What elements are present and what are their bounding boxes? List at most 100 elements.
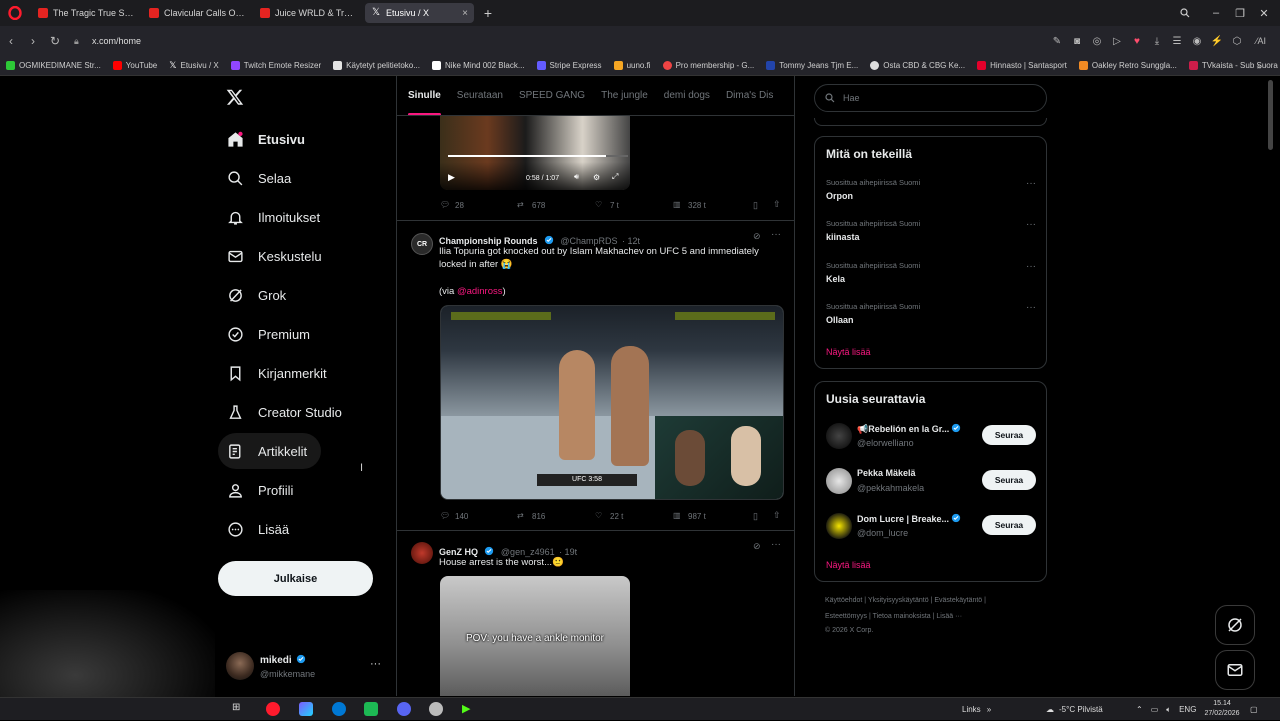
sidebar-item-grok[interactable]: Grok <box>218 277 300 313</box>
mention-link[interactable]: @adinross <box>457 286 503 297</box>
views-button[interactable]: ▥ 987 t <box>673 511 706 522</box>
bookmark-item[interactable]: Nike Mind 002 Black... <box>431 61 525 70</box>
menu-icon[interactable]: ☰ <box>1170 34 1184 48</box>
forward-button[interactable]: › <box>22 34 44 48</box>
post-video[interactable]: POV: you have a ankle monitor <box>440 576 630 696</box>
video-progress[interactable] <box>448 155 628 157</box>
tab-following[interactable]: Seurataan <box>457 76 503 115</box>
repost-button[interactable]: ⇄ 816 <box>517 511 545 522</box>
profile-icon[interactable]: ◉ <box>1190 34 1204 48</box>
sidebar-item-explore[interactable]: Selaa <box>218 160 305 196</box>
ai-icon[interactable]: ⁄AI <box>1250 34 1272 48</box>
trend-item[interactable]: Kela <box>826 274 845 284</box>
show-more-link[interactable]: Näytä lisää <box>826 347 871 357</box>
app-icon[interactable] <box>429 702 443 716</box>
sidebar-item-notifications[interactable]: Ilmoitukset <box>218 199 334 235</box>
like-button[interactable]: ♡ 7 t <box>595 200 619 211</box>
reply-button[interactable]: 💬︎ 28 <box>440 200 464 211</box>
post-button[interactable]: Julkaise <box>218 561 373 596</box>
chevron-up-icon[interactable]: ⌃ <box>1136 705 1143 714</box>
post-more-icon[interactable]: ··· <box>771 229 781 240</box>
suggested-user-name[interactable]: 📢Rebelión en la Gr... <box>857 423 963 435</box>
tab-list-1[interactable]: SPEED GANG <box>519 76 585 115</box>
footer-links[interactable]: Esteettömyys | Tietoa mainoksista | Lisä… <box>825 613 962 620</box>
bookmark-item[interactable]: Stripe Express <box>536 61 602 70</box>
bookmark-icon[interactable]: ▯ <box>753 511 758 522</box>
fullscreen-icon[interactable]: ⤢ <box>612 172 618 182</box>
sidebar-item-profile[interactable]: Profiili <box>218 472 307 508</box>
avatar[interactable] <box>411 542 433 564</box>
account-more-icon[interactable]: ··· <box>370 658 381 670</box>
trend-item[interactable]: Orpon <box>826 191 853 201</box>
suggested-user-name[interactable]: Dom Lucre | Breake... <box>857 513 963 524</box>
tab-list-3[interactable]: demi dogs <box>664 76 710 115</box>
browser-tab-3[interactable]: Juice WRLD & Travis Scott <box>254 3 363 23</box>
trend-more-icon[interactable]: ··· <box>1026 178 1036 189</box>
vpn-icon[interactable]: ◎ <box>1090 34 1104 48</box>
reply-button[interactable]: 💬︎ 140 <box>440 511 468 522</box>
task-view-icon[interactable]: ⊞ <box>232 702 246 716</box>
trend-more-icon[interactable]: ··· <box>1026 302 1036 313</box>
bookmark-item[interactable]: Hinnasto | Santasport <box>977 61 1067 70</box>
opera-icon[interactable] <box>266 702 280 716</box>
grok-icon[interactable]: ⊘ <box>753 541 761 552</box>
opera-logo-icon[interactable] <box>4 2 26 24</box>
show-more-link[interactable]: Näytä lisää <box>826 560 871 570</box>
heart-icon[interactable]: ♥ <box>1130 34 1144 48</box>
x-logo-icon[interactable] <box>226 88 246 108</box>
bookmark-icon[interactable]: ▯ <box>753 200 758 211</box>
back-button[interactable]: ‹ <box>0 34 22 48</box>
bookmark-item[interactable]: Twitch Emote Resizer <box>230 61 321 70</box>
kick-icon[interactable]: ▶ <box>462 702 476 716</box>
avatar[interactable] <box>826 423 852 449</box>
volume-icon[interactable]: 🔈︎ <box>1166 705 1171 715</box>
post-video[interactable]: UFC 3:58 <box>440 305 784 500</box>
trend-item[interactable]: kiinasta <box>826 232 860 242</box>
follow-button[interactable]: Seuraa <box>982 425 1036 445</box>
bookmark-item[interactable]: YouTube <box>112 61 157 70</box>
avatar[interactable] <box>826 513 852 539</box>
avatar[interactable]: CR <box>411 233 433 255</box>
post-more-icon[interactable]: ··· <box>771 539 781 550</box>
browser-tab-active[interactable]: 𝕏 Etusivu / X × <box>365 3 474 23</box>
repost-button[interactable]: ⇄ 678 <box>517 200 545 211</box>
grok-fab[interactable] <box>1215 605 1255 645</box>
trend-more-icon[interactable]: ··· <box>1026 261 1036 272</box>
bookmark-item[interactable]: Oakley Retro Sunggla... <box>1078 61 1177 70</box>
links-toolbar[interactable]: Links » <box>962 698 991 721</box>
new-tab-button[interactable]: + <box>480 5 496 21</box>
suggested-user-name[interactable]: Pekka Mäkelä <box>857 468 916 478</box>
extension-icon[interactable]: ⚡ <box>1210 34 1224 48</box>
like-button[interactable]: ♡ 22 t <box>595 511 623 522</box>
app-icon[interactable] <box>299 702 313 716</box>
discord-icon[interactable] <box>397 702 411 716</box>
share-icon[interactable]: ⇧ <box>773 510 781 521</box>
camera-icon[interactable]: ◙ <box>1070 34 1084 48</box>
bookmark-item[interactable]: Tommy Jeans Tjm E... <box>766 61 858 70</box>
play-icon[interactable]: ▶ <box>448 172 458 182</box>
messages-fab[interactable] <box>1215 650 1255 690</box>
sidebar-item-creator-studio[interactable]: Creator Studio <box>218 394 356 430</box>
bookmark-item[interactable]: OGMIKEDIMANE Str... <box>6 61 101 70</box>
clock[interactable]: 15.14 27/02/2026 <box>1200 699 1244 719</box>
follow-button[interactable]: Seuraa <box>982 470 1036 490</box>
notifications-icon[interactable]: ▢ <box>1250 698 1258 721</box>
share-icon[interactable]: ⇧ <box>773 199 781 210</box>
close-window-button[interactable]: ✕ <box>1252 7 1276 20</box>
search-input[interactable]: Hae <box>814 84 1047 112</box>
views-button[interactable]: ▥ 328 t <box>673 200 706 211</box>
download-icon[interactable]: ⤓ <box>1150 34 1164 48</box>
bookmark-item[interactable]: Käytetyt pelitietoko... <box>333 61 420 70</box>
search-tabs-icon[interactable] <box>1180 8 1204 18</box>
sidebar-item-messages[interactable]: Keskustelu <box>218 238 336 274</box>
browser-tab-1[interactable]: The Tragic True Story of Ju <box>32 3 141 23</box>
bookmark-item[interactable]: Pro membership - G... <box>662 61 754 70</box>
browser-tab-2[interactable]: Clavicular Calls Out Larry <box>143 3 252 23</box>
tab-list-4[interactable]: Dima's Dis <box>726 76 773 115</box>
sidebar-item-home[interactable]: Etusivu <box>218 121 319 157</box>
sidebar-item-articles[interactable]: Artikkelit <box>218 433 322 469</box>
tab-for-you[interactable]: Sinulle <box>408 76 441 115</box>
bookmark-item[interactable]: 𝕏 Etusivu / X <box>169 60 219 71</box>
sidebar-item-bookmarks[interactable]: Kirjanmerkit <box>218 355 341 391</box>
avatar[interactable] <box>826 468 852 494</box>
